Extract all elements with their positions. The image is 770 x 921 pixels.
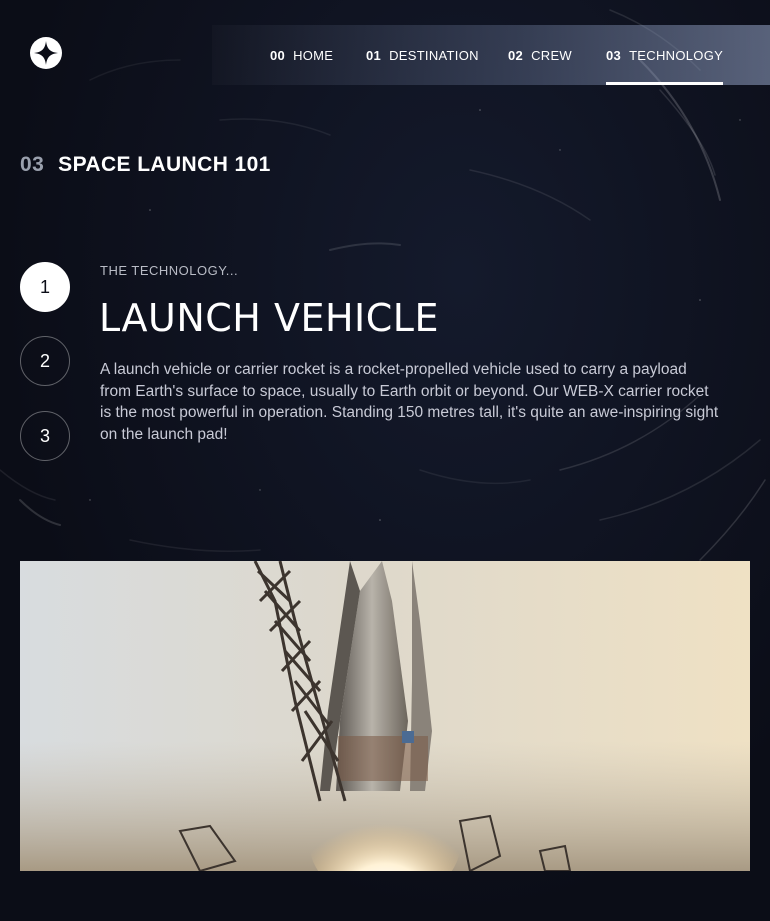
page-title: 03 SPACE LAUNCH 101: [20, 153, 271, 177]
nav-item-destination[interactable]: 01 DESTINATION: [366, 25, 479, 85]
nav-item-technology[interactable]: 03 TECHNOLOGY: [606, 25, 724, 85]
step-button-3[interactable]: 3: [20, 411, 70, 461]
nav-item-label: HOME: [293, 47, 334, 63]
nav-item-label: TECHNOLOGY: [629, 47, 724, 63]
star-logo-icon: [34, 41, 58, 65]
rocket-launch-illustration: [20, 561, 750, 871]
nav-item-crew[interactable]: 02 CREW: [508, 25, 572, 85]
page-heading-text: SPACE LAUNCH 101: [58, 153, 271, 176]
technology-title: LAUNCH VEHICLE: [99, 296, 439, 340]
step-button-1[interactable]: 1: [20, 262, 70, 312]
nav-item-number: 00: [270, 47, 286, 63]
main-nav: 00 HOME 01 DESTINATION 02 CREW 03 TECHNO…: [212, 25, 770, 85]
logo-icon[interactable]: [30, 37, 62, 69]
nav-item-label: CREW: [531, 47, 572, 63]
technology-description: A launch vehicle or carrier rocket is a …: [100, 361, 719, 443]
nav-item-number: 01: [366, 47, 382, 63]
launch-vehicle-image: [20, 561, 750, 871]
nav-item-number: 02: [508, 47, 524, 63]
step-button-2[interactable]: 2: [20, 336, 70, 386]
nav-item-label: DESTINATION: [389, 47, 479, 63]
page-number: 03: [20, 153, 45, 176]
section-eyebrow: THE TECHNOLOGY...: [100, 263, 239, 278]
nav-item-home[interactable]: 00 HOME: [270, 25, 333, 85]
nav-item-number: 03: [606, 47, 622, 63]
